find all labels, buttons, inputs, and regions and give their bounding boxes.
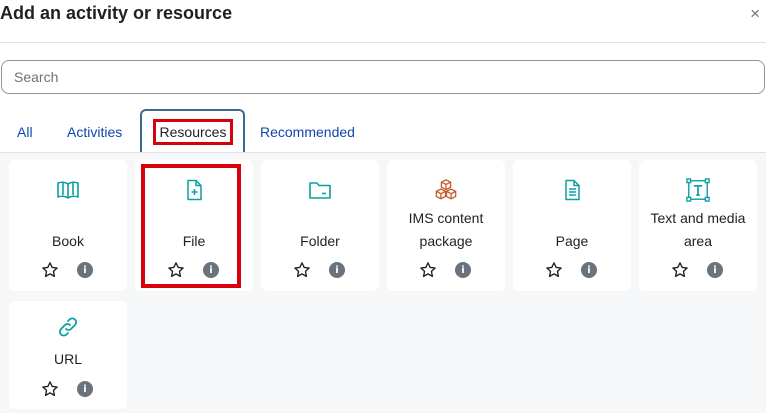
item-name: Page (555, 233, 589, 249)
book-icon (56, 178, 80, 202)
item-card-folder[interactable]: Folder i (261, 160, 379, 291)
star-icon[interactable] (41, 261, 59, 279)
info-icon[interactable]: i (77, 381, 93, 397)
dialog-title: Add an activity or resource (0, 3, 233, 23)
star-icon[interactable] (167, 261, 185, 279)
item-name: URL (53, 351, 82, 367)
item-name: File (182, 233, 206, 249)
item-card-page[interactable]: Page i (513, 160, 631, 291)
tab-resources-label[interactable]: Resources (153, 119, 233, 145)
tab-activities[interactable]: Activities (67, 124, 122, 140)
item-card-book[interactable]: Book i (9, 160, 127, 291)
star-icon[interactable] (293, 261, 311, 279)
tab-recommended[interactable]: Recommended (260, 124, 355, 140)
item-card-ims-content-package[interactable]: IMS content package i (387, 160, 505, 291)
search-input[interactable] (1, 60, 765, 94)
item-card-text-and-media-area[interactable]: Text and media area i (639, 160, 757, 291)
item-name: Book (52, 233, 84, 249)
item-name: Folder (300, 233, 340, 249)
page-icon (560, 178, 584, 202)
star-icon[interactable] (545, 261, 563, 279)
dialog-header: Add an activity or resource × (0, 0, 766, 43)
info-icon[interactable]: i (581, 262, 597, 278)
link-icon (56, 315, 80, 339)
info-icon[interactable]: i (329, 262, 345, 278)
item-card-url[interactable]: URL i (9, 301, 127, 409)
info-icon[interactable]: i (77, 262, 93, 278)
item-name-line1: IMS content (408, 210, 484, 226)
text-media-icon (686, 178, 710, 202)
cubes-icon (434, 178, 458, 202)
info-icon[interactable]: i (455, 262, 471, 278)
star-icon[interactable] (671, 261, 689, 279)
info-icon[interactable]: i (203, 262, 219, 278)
close-icon[interactable]: × (750, 5, 760, 22)
info-icon[interactable]: i (707, 262, 723, 278)
star-icon[interactable] (41, 380, 59, 398)
file-add-icon (182, 178, 206, 202)
item-name-line2: package (419, 233, 473, 249)
item-name-line1: Text and media (650, 210, 746, 226)
folder-icon (308, 178, 332, 202)
item-name-line2: area (683, 233, 713, 249)
star-icon[interactable] (419, 261, 437, 279)
item-card-file[interactable]: File i (135, 160, 253, 291)
tab-all[interactable]: All (17, 124, 33, 140)
